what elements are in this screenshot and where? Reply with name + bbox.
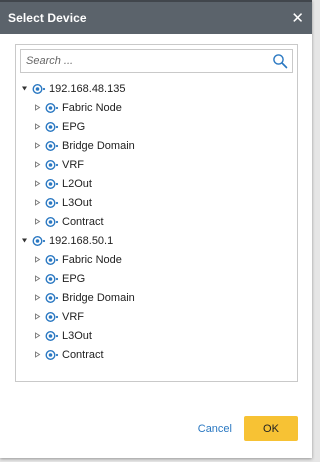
device-node-icon [32, 83, 46, 95]
close-icon[interactable]: ✕ [291, 11, 304, 26]
category-node-icon [45, 102, 59, 114]
tree-node-device[interactable]: 192.168.48.135 [16, 79, 297, 98]
tree-node-label: 192.168.50.1 [49, 234, 114, 247]
tree-node-category[interactable]: VRF [16, 307, 297, 326]
dialog-footer: Cancel OK [198, 416, 298, 441]
collapse-caret-icon[interactable] [32, 218, 42, 225]
collapse-caret-icon[interactable] [32, 313, 42, 320]
collapse-caret-icon[interactable] [32, 256, 42, 263]
collapse-caret-icon[interactable] [32, 180, 42, 187]
tree-node-device[interactable]: 192.168.50.1 [16, 231, 297, 250]
category-node-icon [45, 178, 59, 190]
tree-node-label: EPG [62, 120, 86, 133]
tree-node-category[interactable]: Contract [16, 345, 297, 364]
category-node-icon [45, 140, 59, 152]
tree-node-category[interactable]: Contract [16, 212, 297, 231]
collapse-caret-icon[interactable] [32, 351, 42, 358]
collapse-caret-icon[interactable] [32, 123, 42, 130]
tree-node-category[interactable]: Fabric Node [16, 250, 297, 269]
select-device-dialog: Select Device ✕ 192.168.48.135 Fabric Nod… [0, 0, 312, 458]
category-node-icon [45, 311, 59, 323]
device-node-icon [32, 235, 46, 247]
tree-node-category[interactable]: VRF [16, 155, 297, 174]
tree-node-label: Fabric Node [62, 101, 122, 114]
collapse-caret-icon[interactable] [32, 199, 42, 206]
category-node-icon [45, 292, 59, 304]
category-node-icon [45, 197, 59, 209]
tree-node-label: Fabric Node [62, 253, 122, 266]
dialog-title: Select Device [8, 11, 87, 25]
expand-caret-icon[interactable] [19, 237, 29, 244]
cancel-button[interactable]: Cancel [198, 423, 232, 435]
tree-node-category[interactable]: L3Out [16, 193, 297, 212]
tree-node-label: VRF [62, 310, 84, 323]
tree-node-label: Bridge Domain [62, 139, 135, 152]
tree-node-label: Contract [62, 348, 104, 361]
category-node-icon [45, 216, 59, 228]
tree-node-category[interactable]: EPG [16, 269, 297, 288]
category-node-icon [45, 121, 59, 133]
search-icon[interactable] [272, 53, 288, 69]
tree-node-label: Bridge Domain [62, 291, 135, 304]
category-node-icon [45, 349, 59, 361]
tree-node-category[interactable]: Bridge Domain [16, 136, 297, 155]
tree-node-category[interactable]: L3Out [16, 326, 297, 345]
ok-button[interactable]: OK [244, 416, 298, 441]
device-tree-panel: 192.168.48.135 Fabric Node EPG Bridge Domai… [15, 44, 298, 382]
collapse-caret-icon[interactable] [32, 161, 42, 168]
device-tree: 192.168.48.135 Fabric Node EPG Bridge Domai… [16, 79, 297, 364]
tree-node-label: EPG [62, 272, 86, 285]
expand-caret-icon[interactable] [19, 85, 29, 92]
category-node-icon [45, 273, 59, 285]
tree-node-category[interactable]: L2Out [16, 174, 297, 193]
tree-node-label: L3Out [62, 196, 92, 209]
dialog-titlebar: Select Device ✕ [0, 0, 312, 34]
tree-node-category[interactable]: Bridge Domain [16, 288, 297, 307]
search-input[interactable] [26, 55, 272, 67]
tree-node-label: Contract [62, 215, 104, 228]
search-box [20, 49, 293, 73]
category-node-icon [45, 159, 59, 171]
collapse-caret-icon[interactable] [32, 332, 42, 339]
tree-node-category[interactable]: Fabric Node [16, 98, 297, 117]
collapse-caret-icon[interactable] [32, 294, 42, 301]
tree-node-label: VRF [62, 158, 84, 171]
tree-node-label: 192.168.48.135 [49, 82, 126, 95]
category-node-icon [45, 254, 59, 266]
collapse-caret-icon[interactable] [32, 104, 42, 111]
collapse-caret-icon[interactable] [32, 275, 42, 282]
tree-node-category[interactable]: EPG [16, 117, 297, 136]
collapse-caret-icon[interactable] [32, 142, 42, 149]
tree-node-label: L2Out [62, 177, 92, 190]
category-node-icon [45, 330, 59, 342]
tree-node-label: L3Out [62, 329, 92, 342]
